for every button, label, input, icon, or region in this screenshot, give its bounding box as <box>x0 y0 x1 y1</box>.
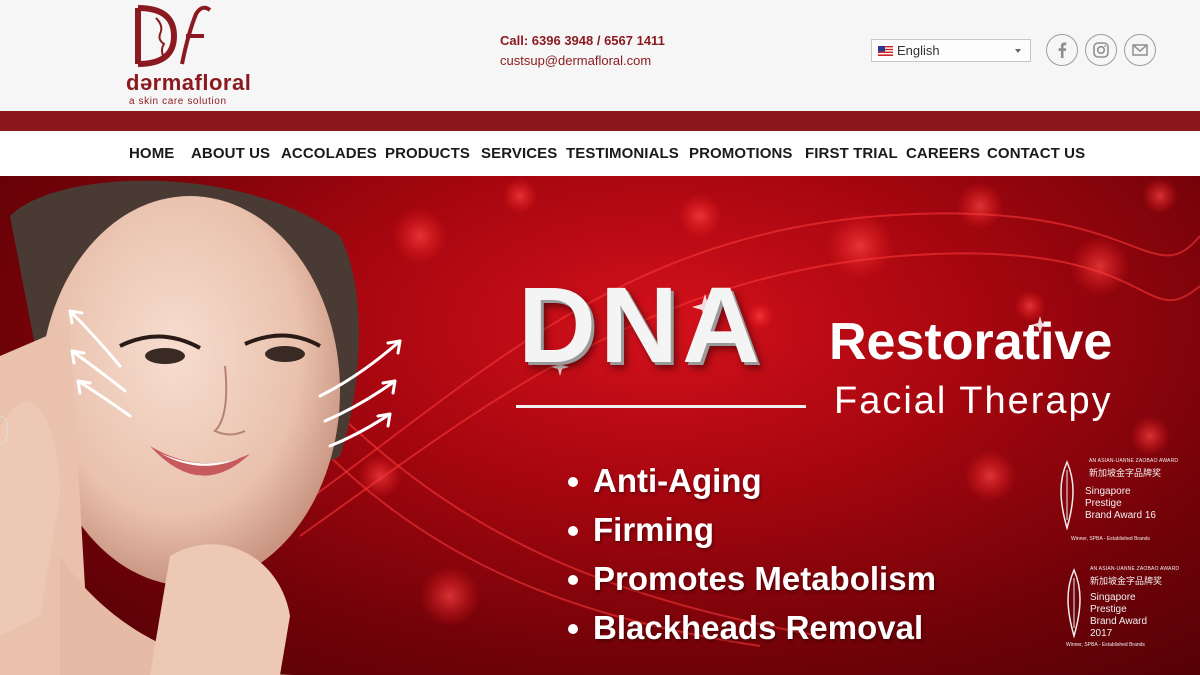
us-flag-icon <box>878 46 893 56</box>
award-line: Singapore <box>1085 486 1131 497</box>
nav-item-first-trial[interactable]: FIRST TRIAL <box>805 145 898 162</box>
award-org: AN ASIAN-UANNE ZAOBAO AWARD <box>1089 458 1179 464</box>
model-portrait <box>0 180 359 675</box>
award-badge: AN ASIAN-UANNE ZAOBAO AWARD 新加坡金字品牌奖 Sin… <box>1055 456 1178 546</box>
phone-number[interactable]: Call: 6396 3948 / 6567 1411 <box>500 31 665 51</box>
benefit-item: Firming <box>566 510 936 559</box>
award-footer: Winner, SPBA - Established Brands <box>1066 642 1145 648</box>
facebook-icon[interactable] <box>1046 34 1078 66</box>
nav-item-home[interactable]: HOME <box>129 145 174 162</box>
award-line: Singapore <box>1090 592 1136 603</box>
benefit-item: Anti-Aging <box>566 461 936 510</box>
award-line: 2017 <box>1090 628 1113 639</box>
nav-item-accolades[interactable]: ACCOLADES <box>281 145 377 162</box>
nav-item-contact-us[interactable]: CONTACT US <box>987 145 1085 162</box>
instagram-icon[interactable] <box>1085 34 1117 66</box>
nav-item-promotions[interactable]: PROMOTIONS <box>689 145 793 162</box>
award-line: Prestige <box>1085 498 1122 509</box>
hero-banner[interactable]: DNA Restorative Facial Therapy Anti-Agin… <box>0 176 1200 675</box>
benefit-item: Promotes Metabolism <box>566 559 936 608</box>
award-line: Prestige <box>1090 604 1127 615</box>
nav-item-about-us[interactable]: ABOUT US <box>191 145 270 162</box>
hero-divider <box>516 405 806 408</box>
hero-title: DNA <box>518 264 764 385</box>
language-select[interactable]: English <box>871 39 1031 62</box>
brand-tagline: a skin care solution <box>129 96 227 107</box>
logo-mark-icon <box>135 5 212 67</box>
award-badge: AN ASIAN-UANNE ZAOBAO AWARD 新加坡金字品牌奖 Sin… <box>1062 564 1179 654</box>
nav-item-testimonials[interactable]: TESTIMONIALS <box>566 145 679 162</box>
email-link[interactable]: custsup@dermafloral.com <box>500 51 665 71</box>
contact-info: Call: 6396 3948 / 6567 1411 custsup@derm… <box>500 31 665 71</box>
award-trophy-icon <box>1060 460 1074 530</box>
benefit-list: Anti-Aging Firming Promotes Metabolism B… <box>566 461 936 657</box>
brand-logo[interactable]: dərmafloral a skin care solution <box>126 4 251 107</box>
brand-name: dərmafloral <box>126 70 252 95</box>
award-org: AN ASIAN-UANNE ZAOBAO AWARD <box>1090 566 1180 572</box>
chevron-down-icon <box>1015 49 1021 53</box>
nav-item-careers[interactable]: CAREERS <box>906 145 980 162</box>
hero-subtitle-bold: Restorative <box>829 313 1113 371</box>
award-line: Brand Award 16 <box>1085 510 1156 521</box>
email-icon[interactable] <box>1124 34 1156 66</box>
award-footer: Winner, SPBA - Established Brands <box>1071 536 1150 542</box>
header-divider-bar <box>0 111 1200 131</box>
main-navigation: HOME ABOUT US ACCOLADES PRODUCTS SERVICE… <box>0 131 1200 176</box>
award-chinese: 新加坡金字品牌奖 <box>1090 576 1163 586</box>
language-label: English <box>897 43 940 58</box>
benefit-item: Blackheads Removal <box>566 608 936 657</box>
award-chinese: 新加坡金字品牌奖 <box>1089 468 1162 478</box>
nav-item-services[interactable]: SERVICES <box>481 145 557 162</box>
site-header: dərmafloral a skin care solution Call: 6… <box>0 0 1200 111</box>
hero-subtitle-light: Facial Therapy <box>834 380 1113 422</box>
nav-item-products[interactable]: PRODUCTS <box>385 145 470 162</box>
award-trophy-icon <box>1067 568 1081 638</box>
award-line: Brand Award <box>1090 616 1148 627</box>
